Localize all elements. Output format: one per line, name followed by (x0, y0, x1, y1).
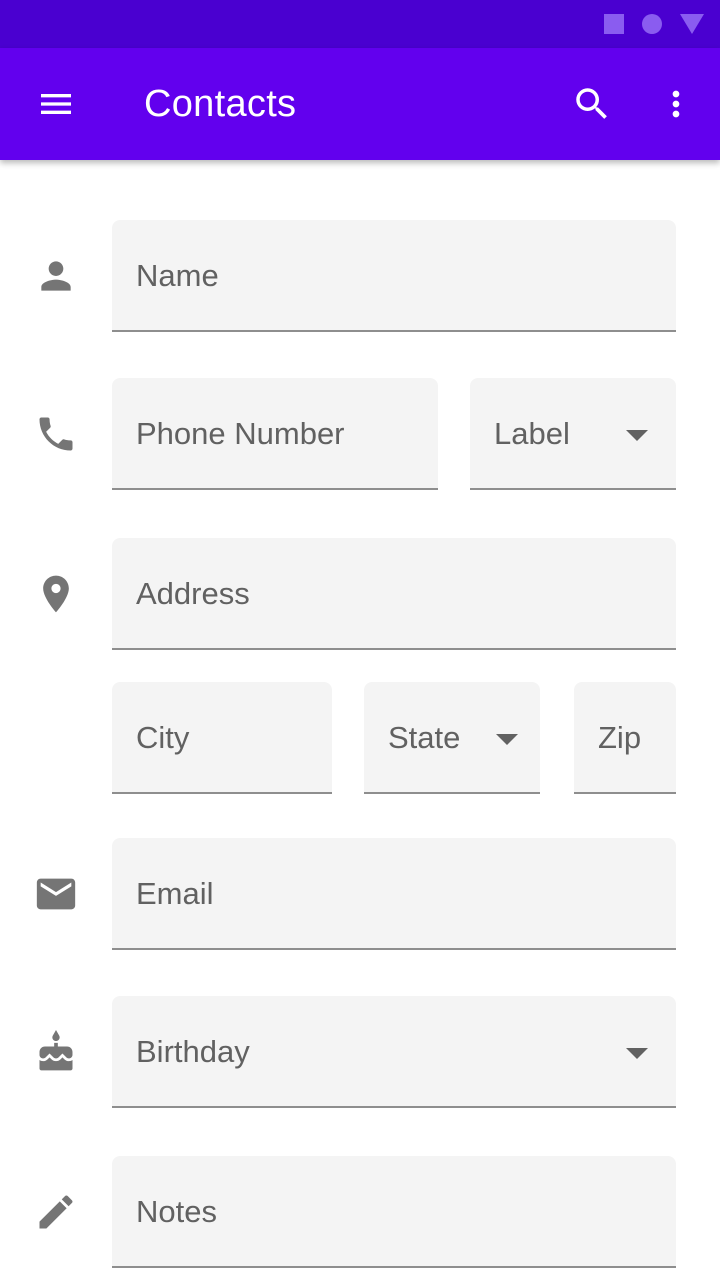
notes-field-label: Notes (136, 1194, 217, 1229)
birthday-dropdown[interactable]: Birthday (112, 996, 676, 1108)
person-icon (28, 248, 84, 304)
phone-number-field-label: Phone Number (136, 416, 345, 451)
more-vert-icon (672, 90, 680, 118)
app-bar: Contacts (0, 48, 720, 160)
state-dropdown-label: State (388, 720, 461, 755)
triangle-icon (680, 14, 704, 34)
city-field-label: City (136, 720, 190, 755)
dropdown-arrow-icon (496, 734, 518, 745)
page-title: Contacts (144, 83, 297, 125)
address-field[interactable]: Address (112, 538, 676, 650)
notes-field[interactable]: Notes (112, 1156, 676, 1268)
square-icon (604, 14, 624, 34)
email-field-label: Email (136, 876, 214, 911)
zip-field-label: Zip (598, 720, 642, 755)
zip-field[interactable]: Zip (574, 682, 676, 794)
phone-label-dropdown[interactable]: Label (470, 378, 676, 490)
status-icons (586, 13, 704, 35)
menu-icon (41, 94, 71, 114)
phone-number-field[interactable]: Phone Number (112, 378, 438, 490)
menu-button[interactable] (16, 48, 96, 160)
name-field[interactable]: Name (112, 220, 676, 332)
status-bar (0, 0, 720, 48)
phone-icon (28, 406, 84, 462)
phone-label-dropdown-label: Label (494, 416, 570, 451)
address-field-label: Address (136, 576, 250, 611)
dropdown-arrow-icon (626, 430, 648, 441)
city-field[interactable]: City (112, 682, 332, 794)
pencil-icon (28, 1184, 84, 1240)
dropdown-arrow-icon (626, 1048, 648, 1059)
circle-icon (642, 14, 662, 34)
name-field-label: Name (136, 258, 219, 293)
more-options-button[interactable] (636, 48, 716, 160)
birthday-dropdown-label: Birthday (136, 1034, 250, 1069)
location-pin-icon (28, 566, 84, 622)
email-field[interactable]: Email (112, 838, 676, 950)
search-icon (576, 88, 607, 119)
email-icon (28, 866, 84, 922)
cake-icon (28, 1024, 84, 1080)
search-button[interactable] (552, 48, 632, 160)
state-dropdown[interactable]: State (364, 682, 540, 794)
